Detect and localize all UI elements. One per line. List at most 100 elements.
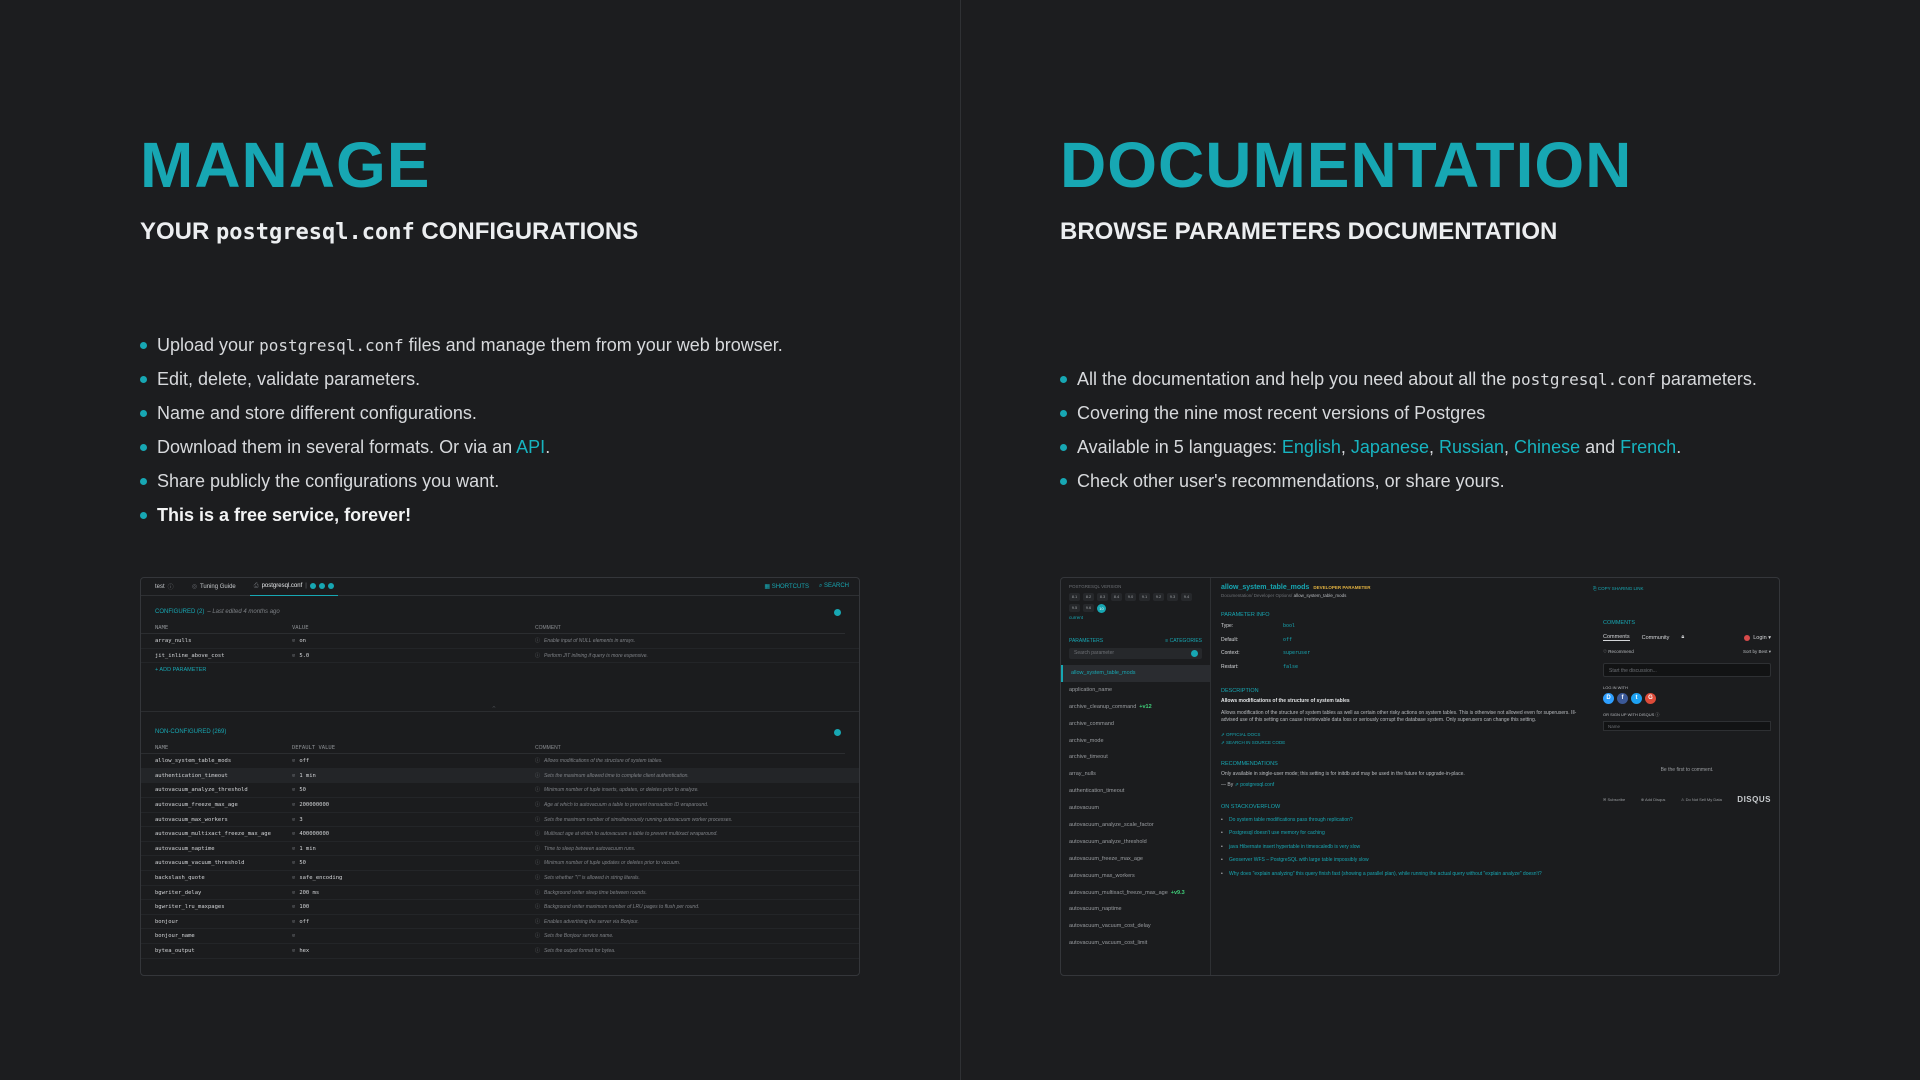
table-row[interactable]: jit_inline_above_cost ⊘ 5.0 ⓘ Perform JIT in… (141, 649, 859, 664)
lang-link-chinese[interactable]: Chinese (1514, 437, 1580, 457)
parameter-item[interactable]: archive_timeout (1061, 749, 1210, 766)
param-value[interactable]: ⊘ 200 ms (292, 886, 535, 900)
version-button[interactable]: 10 (1097, 604, 1106, 613)
search-button[interactable]: ⌕ SEARCH (819, 583, 849, 590)
facebook-login-icon[interactable]: f (1617, 693, 1628, 704)
version-button[interactable]: 9.0 (1125, 593, 1136, 601)
version-button[interactable]: 8.1 (1069, 593, 1080, 601)
source-code-link[interactable]: ⇗ SEARCH IN SOURCE CODE (1221, 739, 1583, 747)
tab-community[interactable]: Community (1642, 635, 1670, 641)
table-row[interactable]: autovacuum_multixact_freeze_max_age ⊘ 4000… (141, 827, 859, 842)
version-button[interactable]: 9.1 (1139, 593, 1150, 601)
lang-link-russian[interactable]: Russian (1439, 437, 1504, 457)
param-comment: ⓘ Enables advertising the server via Bonj… (535, 915, 845, 929)
lang-link-french[interactable]: French (1620, 437, 1676, 457)
name-input[interactable]: Name (1603, 721, 1771, 731)
official-docs-link[interactable]: ⇗ OFFICIAL DOCS (1221, 731, 1583, 739)
stackoverflow-link[interactable]: Do system table modifications pass throu… (1221, 814, 1583, 828)
version-button[interactable]: 9.5 (1069, 604, 1080, 612)
param-value[interactable]: ⊘ 50 (292, 783, 535, 797)
lang-link-japanese[interactable]: Japanese (1351, 437, 1429, 457)
recommend-button[interactable]: ♡ Recommend (1603, 649, 1634, 655)
parameter-item[interactable]: autovacuum_multixact_freeze_max_age +v9.3 (1061, 885, 1210, 902)
parameter-item[interactable]: autovacuum_analyze_threshold (1061, 834, 1210, 851)
parameter-item[interactable]: array_nulls (1061, 766, 1210, 783)
disqus-login-icon[interactable]: D (1603, 693, 1614, 704)
param-value[interactable]: ⊘ 3 (292, 813, 535, 827)
param-value[interactable]: ⊘ 1 min (292, 769, 535, 783)
parameter-item[interactable]: autovacuum (1061, 800, 1210, 817)
param-value[interactable]: ⊘ on (292, 634, 535, 648)
add-parameter-button[interactable]: + ADD PARAMETER (141, 663, 859, 677)
param-value[interactable]: ⊘ 50 (292, 856, 535, 870)
twitter-login-icon[interactable]: t (1631, 693, 1642, 704)
add-disqus-link[interactable]: ⊕ Add Disqus (1641, 797, 1666, 802)
version-button[interactable]: 8.3 (1097, 593, 1108, 601)
tab-tuning-guide[interactable]: ◎ Tuning Guide (188, 578, 240, 596)
shortcuts-button[interactable]: ▦ SHORTCUTS (764, 583, 809, 590)
table-row[interactable]: bgwriter_delay ⊘ 200 ms ⓘ Background writer … (141, 886, 859, 901)
discussion-input[interactable]: Start the discussion... (1603, 663, 1771, 677)
version-button[interactable]: 8.2 (1083, 593, 1094, 601)
lang-link-english[interactable]: English (1282, 437, 1341, 457)
table-row[interactable]: autovacuum_freeze_max_age ⊘ 200000000 ⓘ Age … (141, 798, 859, 813)
parameter-item[interactable]: authentication_timeout (1061, 783, 1210, 800)
param-value[interactable]: ⊘ off (292, 915, 535, 929)
tab-test[interactable]: test ⓘ (151, 578, 178, 596)
table-row[interactable]: authentication_timeout ⊘ 1 min ⓘ Sets the ma… (141, 768, 859, 784)
parameter-item[interactable]: archive_mode (1061, 733, 1210, 750)
param-value[interactable]: ⊘ hex (292, 944, 535, 958)
parameter-search-input[interactable]: Search parameter (1069, 648, 1202, 659)
param-value[interactable]: ⊘ 5.0 (292, 649, 535, 663)
tab-postgresql-conf[interactable]: ⎙ postgresql.conf | (249, 578, 338, 596)
do-not-sell-link[interactable]: ⚠ Do Not Sell My Data (1681, 797, 1722, 802)
stackoverflow-link[interactable]: Postgresql doesn't use memory for cachin… (1221, 827, 1583, 841)
table-row[interactable]: backslash_quote ⊘ safe_encoding ⓘ Sets wheth… (141, 871, 859, 886)
tab-comments[interactable]: Comments (1603, 634, 1630, 641)
login-button[interactable]: Login ▾ (1744, 634, 1771, 641)
table-row[interactable]: autovacuum_naptime ⊘ 1 min ⓘ Time to sleep b… (141, 842, 859, 857)
categories-button[interactable]: ≡ CATEGORIES (1165, 638, 1202, 644)
param-value[interactable]: ⊘ safe_encoding (292, 871, 535, 885)
stackoverflow-link[interactable]: Geoserver WFS – PostgreSQL with large ta… (1221, 854, 1583, 868)
parameter-item[interactable]: allow_system_table_mods (1061, 665, 1210, 682)
stackoverflow-link[interactable]: Why does "explain analyzing" this query … (1221, 868, 1583, 878)
param-value[interactable]: ⊘ 400000000 (292, 827, 535, 841)
parameter-item[interactable]: autovacuum_freeze_max_age (1061, 851, 1210, 868)
version-button[interactable]: 9.3 (1167, 593, 1178, 601)
table-row[interactable]: bonjour_name ⊘ ⓘ Sets the Bonjour service n… (141, 929, 859, 944)
version-button[interactable]: 9.4 (1181, 593, 1192, 601)
param-value[interactable]: ⊘ (292, 929, 535, 943)
parameter-item[interactable]: application_name (1061, 682, 1210, 699)
version-button[interactable]: 8.4 (1111, 593, 1122, 601)
table-row[interactable]: bytea_output ⊘ hex ⓘ Sets the output format … (141, 944, 859, 959)
google-login-icon[interactable]: G (1645, 693, 1656, 704)
param-value[interactable]: ⊘ 1 min (292, 842, 535, 856)
table-row[interactable]: autovacuum_max_workers ⊘ 3 ⓘ Sets the maximu… (141, 813, 859, 828)
subscribe-link[interactable]: ✉ Subscribe (1603, 797, 1625, 802)
table-row[interactable]: allow_system_table_mods ⊘ off ⓘ Allows modif… (141, 754, 859, 769)
version-button[interactable]: 9.6 (1083, 604, 1094, 612)
table-row[interactable]: bonjour ⊘ off ⓘ Enables advertising the serv… (141, 915, 859, 930)
param-value[interactable]: ⊘ off (292, 754, 535, 768)
stackoverflow-link[interactable]: java Hibernate insert hypertable in time… (1221, 841, 1583, 855)
table-row[interactable]: array_nulls ⊘ on ⓘ Enable input of NULL elem… (141, 634, 859, 649)
api-link[interactable]: API (516, 437, 545, 457)
param-value[interactable]: ⊘ 200000000 (292, 798, 535, 812)
parameter-item[interactable]: archive_cleanup_command +v12 (1061, 699, 1210, 716)
table-row[interactable]: autovacuum_analyze_threshold ⊘ 50 ⓘ Minimum … (141, 783, 859, 798)
parameter-item[interactable]: autovacuum_naptime (1061, 901, 1210, 918)
param-value[interactable]: ⊘ 100 (292, 900, 535, 914)
configured-table-header: NAME VALUE COMMENT (141, 622, 845, 634)
version-button[interactable]: 9.2 (1153, 593, 1164, 601)
parameter-item[interactable]: autovacuum_max_workers (1061, 868, 1210, 885)
table-row[interactable]: autovacuum_vacuum_threshold ⊘ 50 ⓘ Minimum n… (141, 856, 859, 871)
table-row[interactable]: bgwriter_lru_maxpages ⊘ 100 ⓘ Background wri… (141, 900, 859, 915)
parameter-item[interactable]: archive_command (1061, 716, 1210, 733)
copy-sharing-link[interactable]: ⎘ COPY SHARING LINK (1593, 586, 1644, 591)
sort-dropdown[interactable]: Sort by Best ▾ (1743, 649, 1771, 655)
parameter-item[interactable]: autovacuum_analyze_scale_factor (1061, 817, 1210, 834)
parameter-item[interactable]: autovacuum_vacuum_cost_delay (1061, 918, 1210, 935)
parameter-item[interactable]: autovacuum_vacuum_cost_limit (1061, 935, 1210, 952)
breadcrumb: Documentation/ Developer Options/ allow_… (1221, 593, 1347, 598)
